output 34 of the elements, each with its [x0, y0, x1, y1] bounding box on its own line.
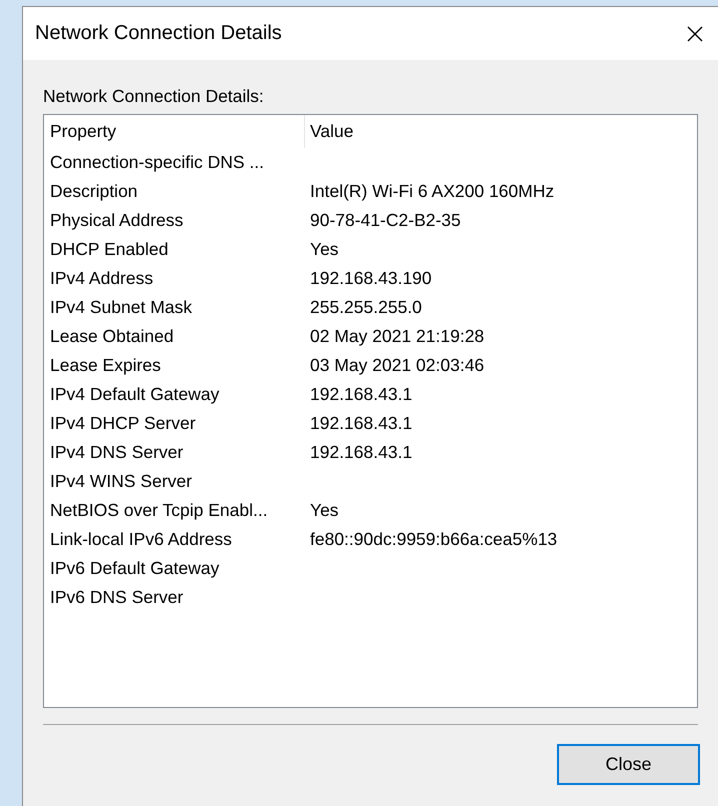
property-cell-text: IPv4 Default Gateway	[49, 384, 220, 405]
value-cell-text: 192.168.43.1	[309, 442, 414, 463]
group-label: Network Connection Details:	[43, 86, 264, 107]
property-cell-text: Lease Obtained	[49, 326, 175, 347]
property-cell-text: Link-local IPv6 Address	[49, 529, 233, 550]
value-cell-text: 192.168.43.190	[309, 268, 433, 289]
property-cell-text: DHCP Enabled	[49, 239, 170, 260]
property-cell-text: IPv4 Subnet Mask	[49, 297, 194, 318]
column-header[interactable]: Value	[304, 115, 697, 148]
property-cell-text: IPv6 Default Gateway	[49, 558, 220, 579]
property-cell-text: Connection-specific DNS ...	[49, 152, 265, 173]
property-cell-text: Lease Expires	[49, 355, 162, 376]
property-cell-text: Description	[49, 181, 139, 202]
value-cell-text: 192.168.43.1	[309, 384, 414, 405]
property-cell-text: IPv4 Address	[49, 268, 154, 289]
property-cell-text: IPv4 DHCP Server	[49, 413, 197, 434]
value-cell-text: 192.168.43.1	[309, 413, 414, 434]
property-cell-text: IPv4 WINS Server	[49, 471, 193, 492]
value-cell-text: 02 May 2021 21:19:28	[309, 326, 486, 347]
value-cell-text: fe80::90dc:9959:b66a:cea5%13	[309, 529, 558, 550]
value-cell-text: Intel(R) Wi-Fi 6 AX200 160MHz	[309, 181, 556, 202]
property-cell-text: NetBIOS over Tcpip Enabl...	[49, 500, 269, 521]
value-cell-text: 03 May 2021 02:03:46	[309, 355, 486, 376]
value-cell-text: Yes	[309, 239, 340, 260]
property-cell-text: IPv6 DNS Server	[49, 587, 184, 608]
property-cell-text: IPv4 DNS Server	[49, 442, 184, 463]
property-cell-text: Physical Address	[49, 210, 184, 231]
value-cell-text: 90-78-41-C2-B2-35	[309, 210, 462, 231]
window-title: Network Connection Details	[35, 22, 282, 45]
value-cell-text: 255.255.255.0	[309, 297, 423, 318]
close-button[interactable]: Close	[557, 744, 700, 785]
value-cell-text: Yes	[309, 500, 340, 521]
close-icon[interactable]	[686, 24, 704, 42]
column-header[interactable]: Property	[44, 121, 304, 142]
